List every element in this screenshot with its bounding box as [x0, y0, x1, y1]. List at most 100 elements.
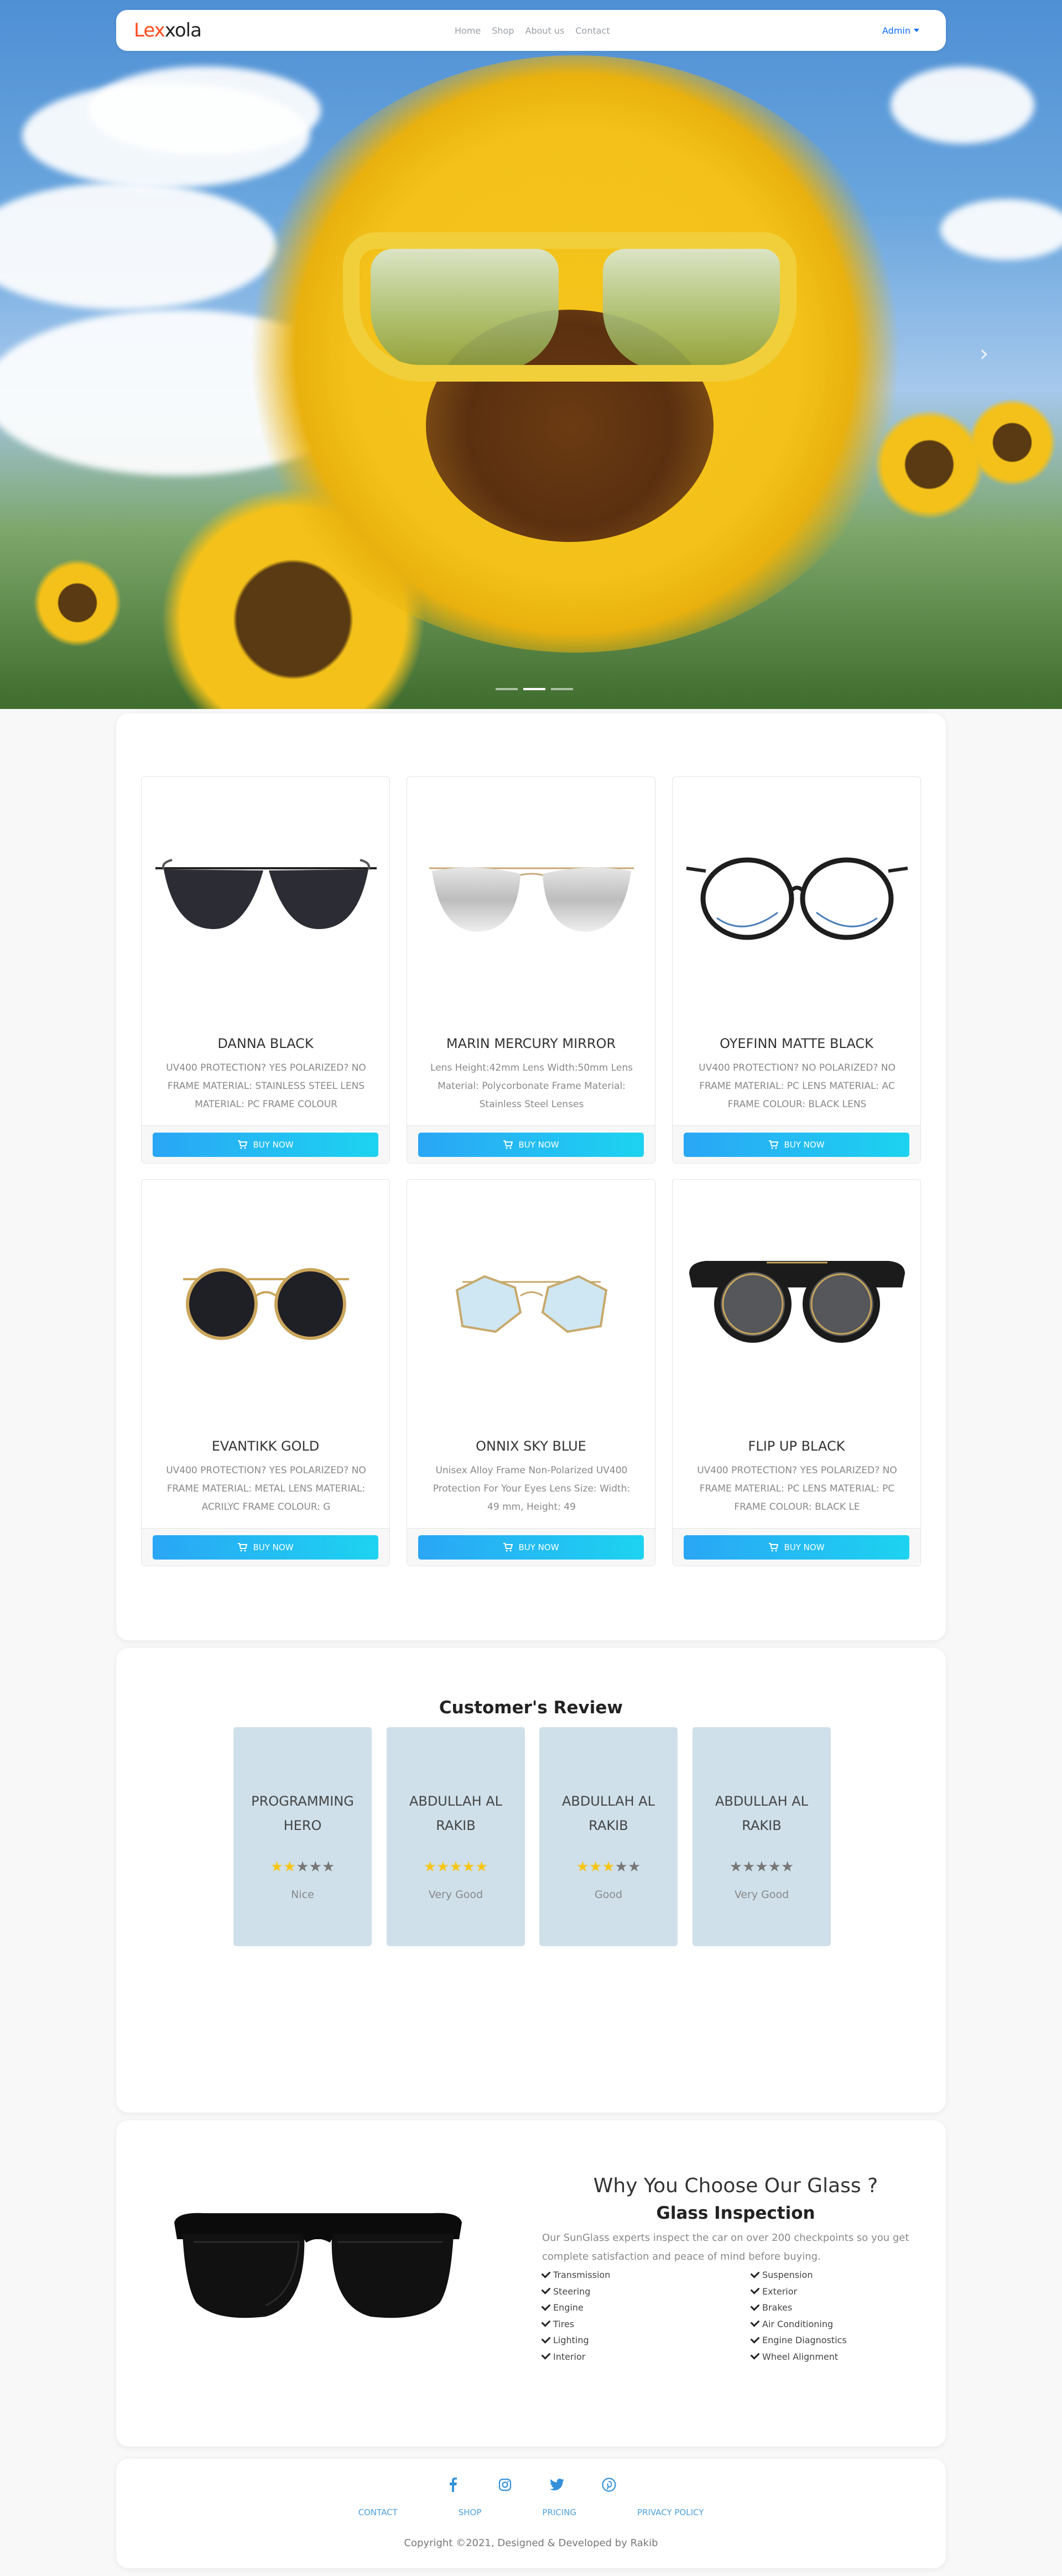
- product-description: UV400 PROTECTION? YES POLARIZED? NO FRAM…: [166, 1465, 366, 1513]
- why-subtitle: Glass Inspection: [656, 2203, 815, 2223]
- check-icon: [541, 2334, 551, 2344]
- footer-link-shop[interactable]: SHOP: [459, 2507, 482, 2517]
- buy-now-label: BUY NOW: [518, 1140, 559, 1150]
- feature-label: Transmission: [553, 2270, 611, 2280]
- review-card: ABDULLAH AL RAKIB ★★★★★ Very Good: [387, 1727, 525, 1946]
- review-comment: Nice: [291, 1889, 314, 1901]
- cart-icon: [769, 1543, 779, 1552]
- glasses-image: [686, 857, 908, 940]
- star-icon: ★: [475, 1859, 488, 1875]
- why-title: Why You Choose Our Glass ?: [593, 2175, 878, 2197]
- product-image: [142, 1180, 391, 1417]
- star-icon: ★: [321, 1859, 335, 1875]
- feature-label: Brakes: [762, 2302, 793, 2313]
- product-footer: BUY NOW: [673, 1528, 920, 1566]
- star-icon: ★: [768, 1859, 781, 1875]
- nav-link-contact[interactable]: Contact: [575, 25, 610, 36]
- twitter-icon[interactable]: [548, 2475, 566, 2494]
- reviewer-name: ABDULLAH AL RAKIB: [409, 1793, 503, 1833]
- product-description: UV400 PROTECTION? YES POLARIZED? NO FRAM…: [697, 1465, 897, 1513]
- review-card: PROGRAMMING HERO ★★★★★ Nice: [233, 1727, 372, 1946]
- feature-item: Brakes: [750, 2301, 793, 2313]
- product-name: DANNA BLACK: [217, 1036, 314, 1051]
- check-icon: [750, 2317, 760, 2327]
- buy-now-button[interactable]: BUY NOW: [418, 1535, 644, 1560]
- nav-link-about[interactable]: About us: [525, 25, 565, 36]
- facebook-icon[interactable]: [444, 2475, 462, 2494]
- star-icon: ★: [576, 1859, 590, 1875]
- why-choose-section: Why You Choose Our Glass ? Glass Inspect…: [116, 2120, 946, 2447]
- buy-now-button[interactable]: BUY NOW: [684, 1133, 909, 1157]
- buy-now-button[interactable]: BUY NOW: [153, 1133, 378, 1157]
- feature-item: Transmission: [541, 2269, 611, 2280]
- footer-link-privacy[interactable]: PRIVACY POLICY: [637, 2507, 704, 2517]
- star-icon: ★: [755, 1859, 768, 1875]
- reviews-title: Customer's Review: [439, 1698, 623, 1718]
- cart-icon: [238, 1140, 248, 1149]
- check-icon: [541, 2350, 551, 2360]
- star-icon: ★: [462, 1859, 475, 1875]
- footer-link-pricing[interactable]: PRICING: [542, 2507, 576, 2517]
- feature-label: Engine: [553, 2302, 584, 2313]
- product-card: EVANTIKK GOLD UV400 PROTECTION? YES POLA…: [141, 1179, 390, 1566]
- product-name: ONNIX SKY BLUE: [476, 1438, 586, 1454]
- feature-label: Lighting: [553, 2335, 589, 2345]
- carousel-indicator[interactable]: [523, 688, 545, 690]
- feature-item: Air Conditioning: [750, 2317, 834, 2329]
- check-icon: [750, 2285, 760, 2295]
- sunglasses-image: [689, 1261, 905, 1343]
- feature-label: Steering: [553, 2286, 591, 2297]
- sunglasses-image: [174, 2213, 462, 2318]
- cloud-image: [88, 66, 321, 155]
- product-description: Unisex Alloy Frame Non-Polarized UV400 P…: [433, 1465, 631, 1513]
- copyright: Copyright ©2021, Designed & Developed by…: [404, 2537, 658, 2549]
- feature-item: Steering: [541, 2285, 591, 2297]
- buy-now-button[interactable]: BUY NOW: [153, 1535, 378, 1560]
- product-footer: BUY NOW: [142, 1125, 389, 1163]
- chevron-right-icon[interactable]: ›: [978, 340, 990, 367]
- product-image: [407, 777, 656, 1015]
- feature-item: Engine: [541, 2301, 584, 2313]
- feature-item: Exterior: [750, 2285, 798, 2297]
- feature-item: Suspension: [750, 2269, 813, 2280]
- admin-dropdown[interactable]: Admin: [882, 10, 919, 51]
- carousel-indicator[interactable]: [496, 688, 518, 690]
- nav-link-home[interactable]: Home: [455, 25, 481, 36]
- feature-item: Engine Diagnostics: [750, 2334, 847, 2345]
- star-rating: ★★★★★: [387, 1859, 525, 1875]
- product-description: Lens Height:42mm Lens Width:50mm Lens Ma…: [430, 1062, 633, 1110]
- review-card: ABDULLAH AL RAKIB ★★★★★ Good: [539, 1727, 678, 1946]
- feature-item: Tires: [541, 2317, 574, 2329]
- buy-now-label: BUY NOW: [518, 1542, 559, 1552]
- feature-label: Interior: [553, 2351, 586, 2362]
- star-icon: ★: [436, 1859, 450, 1875]
- pinterest-icon[interactable]: [600, 2475, 618, 2494]
- buy-now-label: BUY NOW: [253, 1140, 294, 1150]
- hero-carousel: ›: [0, 0, 1062, 709]
- logo[interactable]: Lexxola: [134, 19, 202, 41]
- star-rating: ★★★★★: [693, 1859, 831, 1875]
- cart-icon: [769, 1140, 779, 1149]
- navbar: Lexxola Home Shop About us Contact Admin: [116, 10, 946, 51]
- logo-part: Lex: [134, 19, 165, 41]
- social-links: [116, 2475, 946, 2494]
- product-description: UV400 PROTECTION? YES POLARIZED? NO FRAM…: [166, 1062, 366, 1110]
- cart-icon: [503, 1543, 513, 1552]
- buy-now-label: BUY NOW: [253, 1542, 294, 1552]
- reviewer-name: ABDULLAH AL RAKIB: [561, 1793, 655, 1833]
- star-icon: ★: [296, 1859, 309, 1875]
- instagram-icon[interactable]: [496, 2475, 514, 2494]
- feature-label: Engine Diagnostics: [762, 2335, 847, 2345]
- nav-link-shop[interactable]: Shop: [492, 25, 514, 36]
- review-comment: Very Good: [428, 1889, 483, 1901]
- star-rating: ★★★★★: [233, 1859, 372, 1875]
- feature-label: Air Conditioning: [762, 2318, 834, 2329]
- buy-now-button[interactable]: BUY NOW: [418, 1133, 644, 1157]
- feature-label: Exterior: [762, 2286, 798, 2297]
- buy-now-button[interactable]: BUY NOW: [684, 1535, 909, 1560]
- star-icon: ★: [615, 1859, 628, 1875]
- check-icon: [541, 2301, 551, 2311]
- buy-now-label: BUY NOW: [784, 1542, 825, 1552]
- carousel-indicator[interactable]: [551, 688, 573, 690]
- footer-link-contact[interactable]: CONTACT: [358, 2507, 398, 2517]
